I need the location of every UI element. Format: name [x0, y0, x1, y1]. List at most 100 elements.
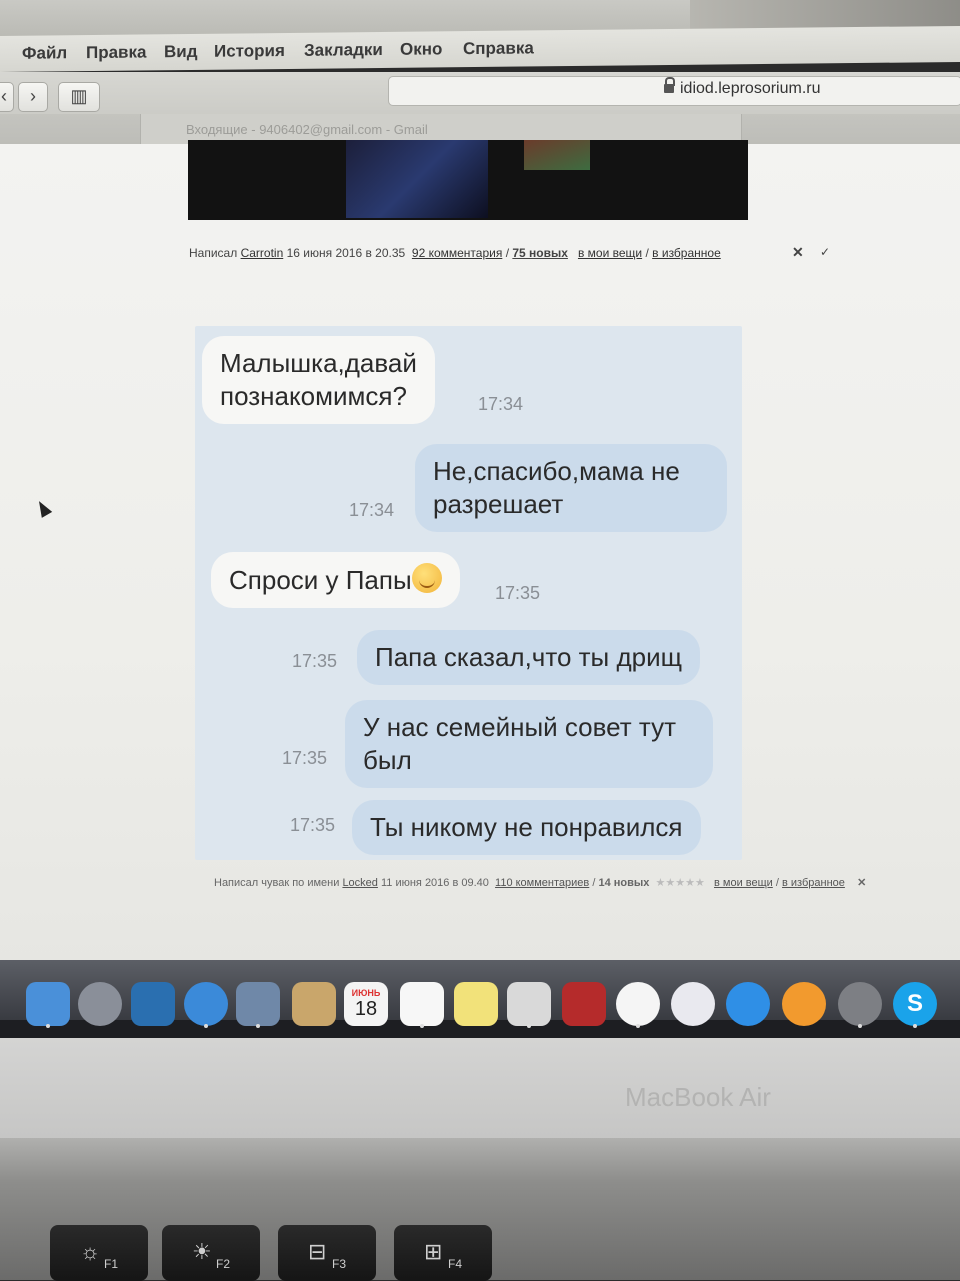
- separator: /: [645, 246, 649, 260]
- message-time: 17:35: [282, 748, 328, 768]
- key-f3[interactable]: ⊟ F3: [278, 1225, 376, 1281]
- post-meta-top: Написал Carrotin 16 июня 2016 в 20.35 92…: [189, 244, 830, 260]
- comments-link[interactable]: 92 комментария: [412, 246, 502, 260]
- message-time: 17:35: [290, 815, 336, 835]
- message-line: разрешает: [433, 489, 564, 519]
- message-time: 17:35: [292, 651, 338, 671]
- running-indicator: [858, 1024, 862, 1028]
- running-indicator: [527, 1024, 531, 1028]
- photo-booth-icon[interactable]: [562, 982, 606, 1026]
- check-icon[interactable]: ✓: [820, 245, 830, 259]
- notes-icon[interactable]: [454, 982, 498, 1026]
- menu-history[interactable]: История: [214, 41, 285, 62]
- my-things-link[interactable]: в мои вещи: [714, 877, 773, 889]
- brand-label: MacBook Air: [625, 1082, 771, 1112]
- close-icon[interactable]: ✕: [792, 244, 804, 261]
- photos-icon[interactable]: [616, 982, 660, 1026]
- running-indicator: [46, 1024, 50, 1028]
- menu-edit[interactable]: Правка: [86, 42, 146, 63]
- key-f4[interactable]: ⊞ F4: [394, 1225, 492, 1281]
- message-line: познакомимся?: [220, 381, 407, 411]
- running-indicator: [636, 1024, 640, 1028]
- close-icon[interactable]: ✕: [857, 877, 866, 889]
- chat-message-outgoing: У нас семейный совет тут был: [345, 700, 713, 788]
- new-comments-link[interactable]: 75 новых: [512, 246, 568, 260]
- launchpad-icon[interactable]: [78, 982, 122, 1026]
- key-label: F3: [332, 1257, 347, 1271]
- post-date: 11 июня 2016 в 09.40: [380, 877, 489, 889]
- contacts-icon[interactable]: [292, 982, 336, 1026]
- mission-control-key-icon: ⊟: [308, 1239, 327, 1264]
- running-indicator: [913, 1024, 917, 1028]
- post-meta-prefix: Написал: [189, 246, 238, 260]
- running-indicator: [256, 1024, 260, 1028]
- ibooks-icon[interactable]: [782, 982, 826, 1026]
- message-line: Малышка,давай: [220, 348, 417, 378]
- message-line: Папа сказал,что ты дрищ: [375, 642, 683, 672]
- key-f1[interactable]: ☼ F1: [50, 1225, 148, 1281]
- app-store-icon[interactable]: [726, 982, 770, 1026]
- forward-button[interactable]: ›: [18, 82, 48, 112]
- system-preferences-icon[interactable]: [838, 982, 882, 1026]
- post-image-thumbnail: [346, 140, 488, 218]
- menu-window[interactable]: Окно: [400, 39, 442, 59]
- message-time: 17:35: [495, 583, 541, 603]
- menu-view[interactable]: Вид: [164, 42, 198, 62]
- running-indicator: [420, 1024, 424, 1028]
- chat-message-outgoing: Не,спасибо,мама не разрешает: [415, 444, 727, 532]
- menu-file[interactable]: Файл: [22, 43, 67, 63]
- sidebar-icon: ▥: [70, 86, 88, 106]
- post-meta-bottom: Написал чувак по имени Locked 11 июня 20…: [214, 876, 866, 889]
- lock-icon: [664, 77, 675, 94]
- running-indicator: [204, 1024, 208, 1028]
- forward-icon: ›: [30, 86, 36, 106]
- favorites-link[interactable]: в избранное: [782, 877, 845, 889]
- menu-help[interactable]: Справка: [463, 38, 534, 59]
- separator: /: [592, 877, 596, 889]
- smile-emoji-icon: [411, 563, 442, 593]
- back-button[interactable]: ‹: [0, 82, 14, 112]
- skype-letter: S: [906, 990, 923, 1017]
- skype-icon[interactable]: S: [893, 982, 937, 1026]
- calendar-icon[interactable]: ИЮНЬ 18: [344, 982, 388, 1026]
- tab-title: Входящие - 9406402@gmail.com - Gmail: [186, 122, 428, 137]
- calendar-month: ИЮНЬ: [351, 987, 381, 998]
- sidebar-button[interactable]: ▥: [58, 82, 100, 112]
- chat-message-incoming: Спроси у Папы: [211, 552, 460, 608]
- author-link[interactable]: Locked: [342, 877, 377, 889]
- message-line: был: [363, 745, 412, 775]
- separator: /: [775, 877, 779, 889]
- brightness-down-icon: ☼: [80, 1239, 101, 1264]
- laptop-chassis: [0, 1038, 960, 1138]
- separator: /: [505, 246, 510, 260]
- post-image-top: [188, 140, 748, 220]
- url-text: idiod.leprosorium.ru: [680, 80, 821, 97]
- reminders-icon[interactable]: [400, 982, 444, 1026]
- mail-icon[interactable]: [236, 982, 280, 1026]
- preview-icon[interactable]: [507, 982, 551, 1026]
- safari-icon[interactable]: [184, 982, 228, 1026]
- post-image-fragment: [524, 140, 590, 170]
- key-f2[interactable]: ☀ F2: [162, 1225, 260, 1281]
- message-line: У нас семейный совет тут: [363, 712, 677, 742]
- post-date: 16 июня 2016 в 20.35: [286, 246, 406, 260]
- comments-link[interactable]: 110 комментариев: [495, 877, 589, 889]
- brightness-up-icon: ☀: [192, 1239, 212, 1264]
- rating-stars[interactable]: ★★★★★: [656, 877, 705, 889]
- itunes-icon[interactable]: [671, 982, 715, 1026]
- message-line: Ты никому не понравился: [370, 812, 683, 842]
- new-comments-link[interactable]: 14 новых: [598, 877, 649, 889]
- post-meta-prefix: Написал чувак по имени: [214, 877, 340, 889]
- calendar-day: 18: [354, 997, 378, 1020]
- mission-control-icon[interactable]: [131, 982, 175, 1026]
- favorites-link[interactable]: в избранное: [652, 246, 721, 260]
- key-label: F2: [216, 1257, 231, 1271]
- my-things-link[interactable]: в мои вещи: [578, 246, 642, 260]
- message-time: 17:34: [478, 394, 524, 414]
- author-link[interactable]: Carrotin: [241, 246, 284, 260]
- launchpad-key-icon: ⊞: [424, 1239, 443, 1264]
- chat-message-outgoing: Папа сказал,что ты дрищ: [357, 630, 701, 685]
- finder-icon[interactable]: [26, 982, 70, 1026]
- key-label: F1: [104, 1257, 119, 1271]
- menu-bookmarks[interactable]: Закладки: [304, 40, 383, 61]
